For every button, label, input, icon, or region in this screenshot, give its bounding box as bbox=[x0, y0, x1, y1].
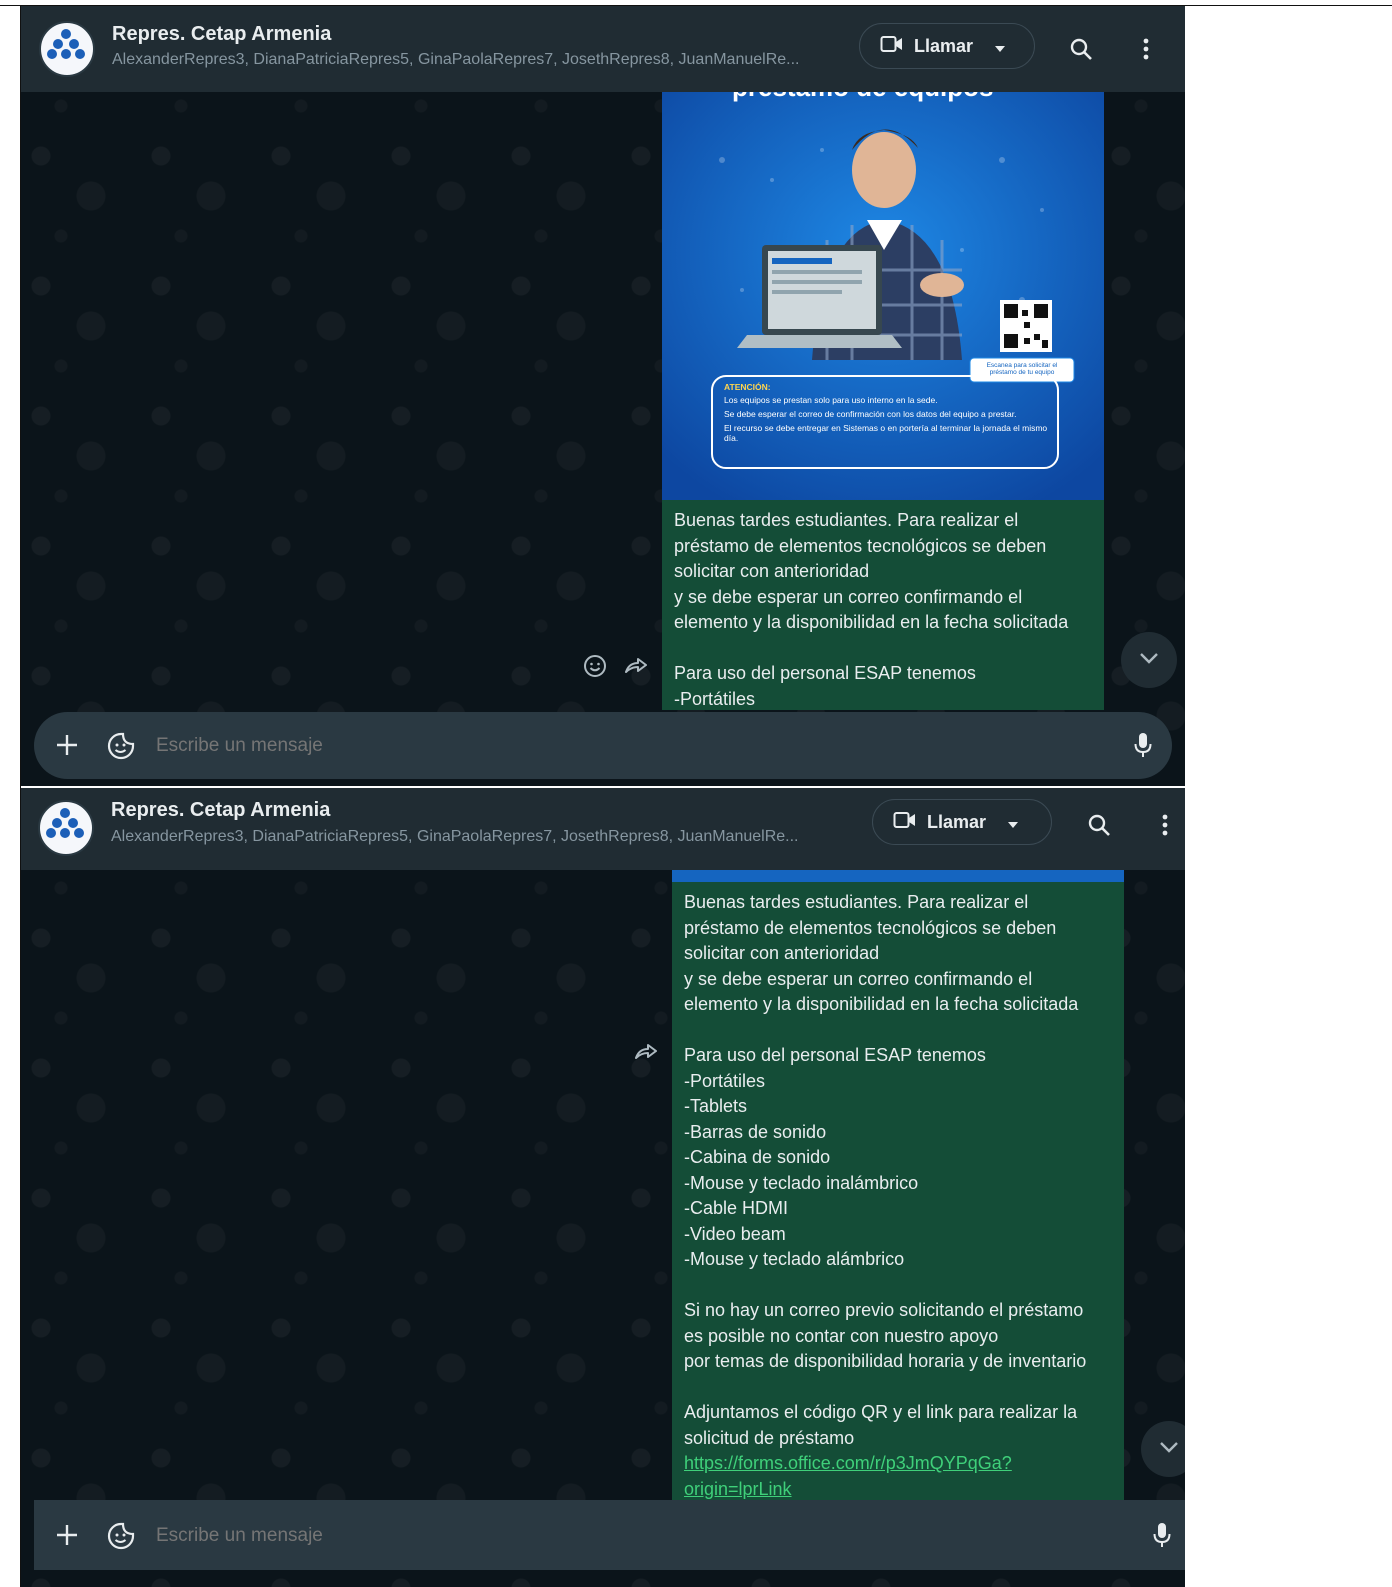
microphone-icon[interactable] bbox=[1134, 732, 1152, 763]
poster-image-edge bbox=[672, 868, 1124, 882]
chat-header: Repres. Cetap Armenia AlexanderRepres3, … bbox=[21, 6, 1185, 92]
message-line: -Barras de sonido bbox=[684, 1121, 827, 1142]
message-line: Para uso del personal ESAP tenemos bbox=[684, 1045, 986, 1065]
message-line: elemento y la disponibilidad en la fecha… bbox=[674, 612, 1069, 632]
video-camera-icon bbox=[880, 35, 904, 58]
chat-header: Repres. Cetap Armenia AlexanderRepres3, … bbox=[21, 788, 1185, 870]
message-line: -Cable HDMI bbox=[684, 1198, 789, 1218]
plus-icon[interactable] bbox=[56, 734, 78, 761]
scroll-down-button[interactable] bbox=[1121, 632, 1177, 688]
message-line: -Mouse y teclado inalámbrico bbox=[684, 1172, 919, 1193]
message-line: solicitar con anterioridad bbox=[684, 943, 880, 963]
group-avatar[interactable] bbox=[38, 800, 94, 856]
sticker-icon[interactable] bbox=[107, 1522, 135, 1555]
chat-participants[interactable]: AlexanderRepres3, DianaPatriciaRepres5, … bbox=[111, 828, 799, 846]
message-line: es posible no contar con nuestro apoyo bbox=[684, 1325, 999, 1346]
message-bubble: Buenas tardes estudiantes. Para realizar… bbox=[672, 868, 1124, 1500]
attention-box: ATENCIÓN: Los equipos se prestan solo pa… bbox=[724, 382, 1049, 443]
chevron-down-icon bbox=[1138, 651, 1160, 670]
message-line bbox=[684, 1273, 1112, 1299]
attention-title: ATENCIÓN: bbox=[724, 382, 771, 392]
call-button[interactable]: Llamar bbox=[872, 799, 1052, 845]
forward-icon[interactable] bbox=[633, 1040, 659, 1069]
message-line: -Cabina de sonido bbox=[684, 1147, 831, 1167]
message-line: préstamo de elementos tecnológicos se de… bbox=[674, 535, 1047, 556]
chat-title[interactable]: Repres. Cetap Armenia bbox=[111, 799, 330, 822]
message-line: y se debe esperar un correo confirmando … bbox=[674, 586, 1023, 607]
call-button[interactable]: Llamar bbox=[859, 23, 1035, 69]
search-icon[interactable] bbox=[1064, 32, 1098, 66]
message-line bbox=[684, 1018, 1112, 1044]
search-icon[interactable] bbox=[1082, 808, 1116, 842]
attention-item: Los equipos se prestan solo para uso int… bbox=[724, 395, 938, 405]
message-line: Adjuntamos el código QR y el link para r… bbox=[684, 1402, 1078, 1422]
chat-participants[interactable]: AlexanderRepres3, DianaPatriciaRepres5, … bbox=[112, 51, 800, 69]
poster-image[interactable]: Escanea para solicitar el préstamo de tu… bbox=[662, 90, 1104, 500]
form-link[interactable]: origin=lprLink bbox=[684, 1479, 792, 1499]
chat-panel-top: Escanea para solicitar el préstamo de tu… bbox=[21, 6, 1185, 786]
message-line: solicitar con anterioridad bbox=[674, 561, 870, 581]
message-line: Para uso del personal ESAP tenemos bbox=[674, 663, 976, 683]
message-line: -Portátiles bbox=[684, 1070, 766, 1091]
message-bubble: Buenas tardes estudiantes. Para realizar… bbox=[662, 500, 1104, 710]
plus-icon[interactable] bbox=[56, 1524, 78, 1551]
message-line: -Mouse y teclado alámbrico bbox=[684, 1249, 905, 1269]
message-line: Si no hay un correo previo solicitando e… bbox=[684, 1300, 1084, 1320]
attention-item: Se debe esperar el correo de confirmació… bbox=[724, 409, 1017, 419]
message-line: Buenas tardes estudiantes. Para realizar… bbox=[674, 510, 1019, 530]
message-input[interactable] bbox=[154, 730, 1058, 762]
chevron-down-icon bbox=[1008, 812, 1019, 833]
message-line: y se debe esperar un correo confirmando … bbox=[684, 968, 1033, 989]
group-avatar[interactable] bbox=[39, 21, 95, 77]
call-button-label: Llamar bbox=[927, 811, 987, 832]
call-button-label: Llamar bbox=[914, 35, 974, 56]
chevron-down-icon bbox=[995, 36, 1006, 57]
message-line: -Portátiles bbox=[674, 688, 756, 709]
emoji-icon[interactable] bbox=[583, 654, 607, 683]
more-vertical-icon[interactable] bbox=[1129, 32, 1163, 66]
message-line: solicitud de préstamo bbox=[684, 1427, 855, 1448]
microphone-icon[interactable] bbox=[1153, 1522, 1171, 1553]
more-vertical-icon[interactable] bbox=[1148, 808, 1182, 842]
message-line: -Video beam bbox=[684, 1223, 786, 1244]
message-line: Buenas tardes estudiantes. Para realizar… bbox=[684, 892, 1029, 912]
attention-item: El recurso se debe entregar en Sistemas … bbox=[724, 423, 1048, 443]
video-camera-icon bbox=[893, 811, 917, 834]
forward-icon[interactable] bbox=[623, 654, 649, 683]
chat-panel-bottom: Buenas tardes estudiantes. Para realizar… bbox=[21, 788, 1185, 1587]
chevron-down-icon bbox=[1158, 1440, 1180, 1459]
message-line: elemento y la disponibilidad en la fecha… bbox=[684, 994, 1079, 1014]
chat-title[interactable]: Repres. Cetap Armenia bbox=[112, 23, 331, 46]
message-line: -Tablets bbox=[684, 1096, 748, 1116]
message-input[interactable] bbox=[154, 1520, 1058, 1552]
message-line bbox=[674, 636, 1092, 662]
message-line: préstamo de elementos tecnológicos se de… bbox=[684, 917, 1057, 938]
qr-caption: Escanea para solicitar el préstamo de tu… bbox=[986, 362, 1058, 376]
message-composer[interactable] bbox=[34, 1500, 1185, 1570]
message-composer[interactable] bbox=[34, 712, 1172, 779]
message-line bbox=[684, 1375, 1112, 1401]
message-line: por temas de disponibilidad horaria y de… bbox=[684, 1351, 1087, 1371]
sticker-icon[interactable] bbox=[107, 732, 135, 765]
form-link[interactable]: https://forms.office.com/r/p3JmQYPqGa? bbox=[684, 1453, 1012, 1473]
